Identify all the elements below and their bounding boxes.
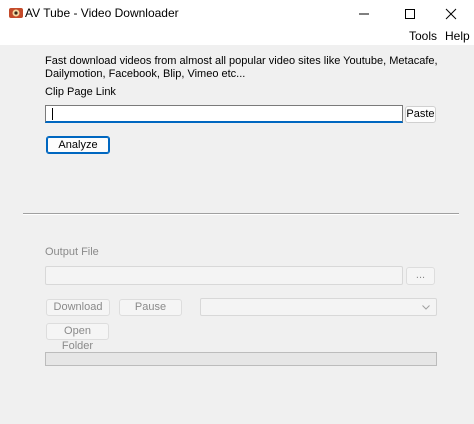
- maximize-button[interactable]: [387, 0, 433, 26]
- clip-page-link-input[interactable]: [45, 105, 403, 123]
- section-divider: [23, 213, 459, 215]
- menu-bar: Tools Help: [0, 26, 474, 45]
- analyze-button[interactable]: Analyze: [46, 136, 110, 154]
- clip-page-link-label: Clip Page Link: [45, 86, 116, 98]
- close-icon: [445, 8, 457, 20]
- output-file-label: Output File: [45, 246, 99, 258]
- output-file-input[interactable]: [45, 266, 403, 285]
- app-description: Fast download videos from almost all pop…: [45, 55, 438, 80]
- chevron-down-icon: [422, 305, 430, 310]
- download-progress-bar: [45, 352, 437, 366]
- format-select[interactable]: [200, 298, 437, 316]
- minimize-button[interactable]: [341, 0, 387, 26]
- paste-button[interactable]: Paste: [405, 106, 436, 123]
- close-button[interactable]: [428, 0, 474, 26]
- pause-button[interactable]: Pause: [119, 299, 182, 316]
- text-caret: [52, 108, 53, 120]
- open-folder-button[interactable]: Open Folder: [46, 323, 109, 352]
- download-button[interactable]: Download: [46, 299, 110, 316]
- app-icon: [9, 8, 23, 18]
- title-bar: AV Tube - Video Downloader: [0, 0, 474, 26]
- minimize-icon: [359, 13, 369, 15]
- browse-button[interactable]: ...: [406, 267, 435, 285]
- menu-help[interactable]: Help: [445, 29, 470, 43]
- window-title: AV Tube - Video Downloader: [25, 6, 179, 20]
- maximize-icon: [405, 9, 415, 19]
- menu-tools[interactable]: Tools: [409, 29, 437, 43]
